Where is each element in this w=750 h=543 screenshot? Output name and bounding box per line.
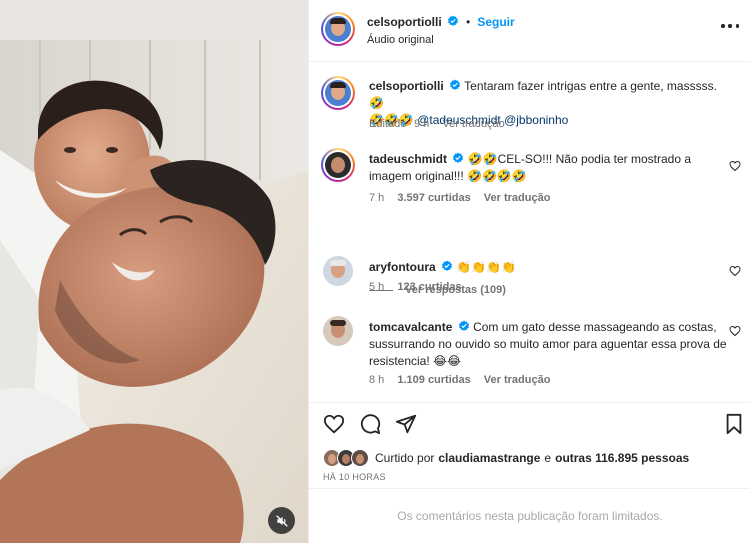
comment-username[interactable]: tadeuschmidt bbox=[369, 152, 447, 166]
speaker-muted-icon bbox=[275, 514, 288, 527]
bookmark-icon[interactable] bbox=[723, 413, 745, 435]
caption-time[interactable]: 9 h bbox=[414, 118, 429, 130]
comments-limited-text: Os comentários nesta publicação foram li… bbox=[397, 509, 663, 523]
caption-avatar[interactable] bbox=[321, 76, 355, 110]
caption-username[interactable]: celsoportiolli bbox=[369, 79, 444, 93]
mute-button[interactable] bbox=[268, 507, 295, 534]
share-icon[interactable] bbox=[395, 413, 417, 435]
verified-badge-icon bbox=[447, 15, 458, 26]
comment-avatar[interactable] bbox=[323, 316, 353, 346]
liked-by-user[interactable]: claudiamastrange bbox=[438, 451, 540, 465]
comment-likes[interactable]: 1.109 curtidas bbox=[397, 374, 470, 386]
caption: celsoportiolli Tentaram fazer intrigas e… bbox=[321, 76, 743, 136]
comment-time[interactable]: 8 h bbox=[369, 374, 384, 386]
comment-time[interactable]: 5 h bbox=[369, 281, 384, 293]
comment-like-heart-icon[interactable] bbox=[729, 160, 741, 172]
verified-badge-icon bbox=[453, 152, 464, 163]
verified-badge-icon bbox=[458, 320, 469, 331]
follow-button[interactable]: Seguir bbox=[477, 15, 514, 29]
comment-username[interactable]: tomcavalcante bbox=[369, 320, 452, 334]
liked-by-prefix: Curtido por bbox=[375, 451, 435, 465]
comment-item: aryfontoura 👏👏👏👏 5 h 123 curtidas bbox=[323, 256, 743, 296]
comment-item: tadeuschmidt 🤣🤣CEL-SO!!! Não podia ter m… bbox=[321, 148, 743, 208]
comment-text: 👏👏👏👏 bbox=[456, 260, 517, 274]
comment-time[interactable]: 7 h bbox=[369, 192, 384, 204]
comment-avatar[interactable] bbox=[323, 256, 353, 286]
action-bar bbox=[309, 402, 750, 442]
likes-summary: Curtido por claudiamastrange e outras 11… bbox=[323, 449, 689, 467]
liked-by-others[interactable]: outras 116.895 pessoas bbox=[555, 451, 689, 465]
post-header: celsoportiolli • Seguir Áudio original bbox=[309, 0, 750, 62]
comment-icon[interactable] bbox=[359, 413, 381, 435]
avatar bbox=[351, 449, 369, 467]
verified-badge-icon bbox=[442, 260, 453, 271]
heart-icon[interactable] bbox=[323, 413, 345, 435]
liked-by-middle: e bbox=[544, 451, 552, 465]
comment-item: tomcavalcante Com um gato desse massagea… bbox=[323, 316, 743, 392]
see-translation-button[interactable]: Ver tradução bbox=[442, 118, 504, 130]
post-side-panel: celsoportiolli • Seguir Áudio original c… bbox=[308, 0, 750, 543]
author-username[interactable]: celsoportiolli bbox=[367, 15, 442, 29]
dot-separator: · bbox=[408, 118, 412, 130]
comment-likes[interactable]: 3.597 curtidas bbox=[397, 192, 470, 204]
more-options-icon[interactable] bbox=[721, 24, 739, 30]
comment-like-heart-icon[interactable] bbox=[729, 265, 741, 277]
comments-section: celsoportiolli Tentaram fazer intrigas e… bbox=[309, 62, 750, 402]
comment-like-heart-icon[interactable] bbox=[729, 325, 741, 337]
comment-avatar[interactable] bbox=[321, 148, 355, 182]
see-translation-button[interactable]: Ver tradução bbox=[484, 374, 551, 386]
verified-badge-icon bbox=[450, 79, 461, 90]
comment-likes[interactable]: 123 curtidas bbox=[397, 281, 461, 293]
separator-dot: • bbox=[466, 17, 471, 29]
author-avatar[interactable] bbox=[321, 12, 355, 46]
post-timestamp[interactable]: HÁ 10 HORAS bbox=[323, 472, 386, 482]
see-translation-button[interactable]: Ver tradução bbox=[484, 192, 551, 204]
original-audio-link[interactable]: Áudio original bbox=[367, 34, 434, 46]
comment-username[interactable]: aryfontoura bbox=[369, 260, 436, 274]
liked-by-avatars[interactable] bbox=[323, 449, 371, 467]
post-media[interactable] bbox=[0, 0, 308, 543]
post-photo bbox=[0, 0, 308, 543]
edited-label: Editado bbox=[369, 118, 407, 130]
comments-limited-notice: Os comentários nesta publicação foram li… bbox=[309, 488, 750, 543]
